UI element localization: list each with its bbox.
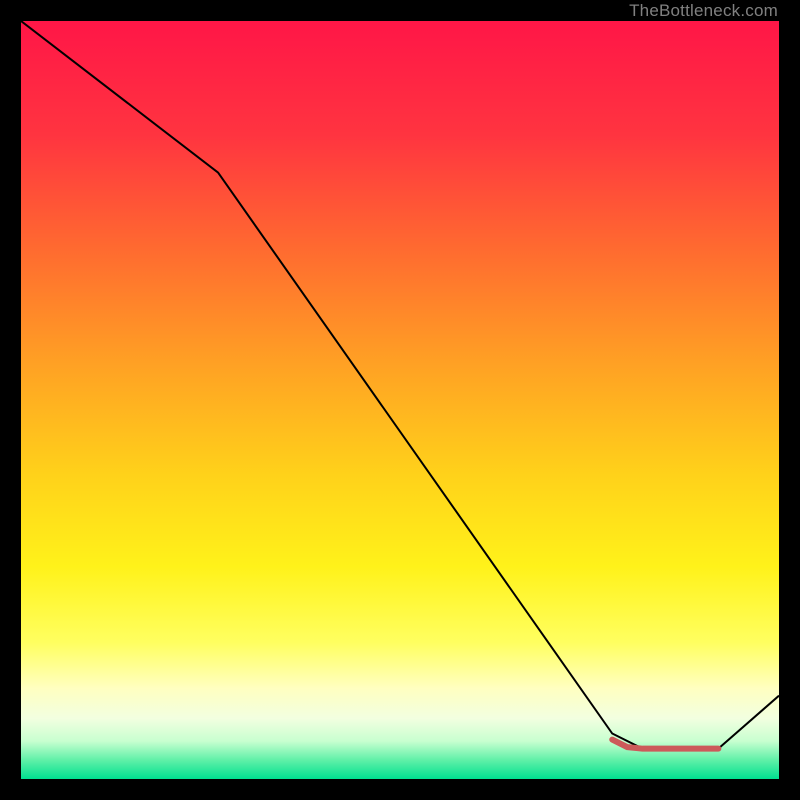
chart-container: TheBottleneck.com xyxy=(0,0,800,800)
plot-area xyxy=(21,21,779,779)
series-bottleneck-curve xyxy=(21,21,779,749)
attribution-label: TheBottleneck.com xyxy=(629,1,778,21)
line-layer xyxy=(21,21,779,779)
